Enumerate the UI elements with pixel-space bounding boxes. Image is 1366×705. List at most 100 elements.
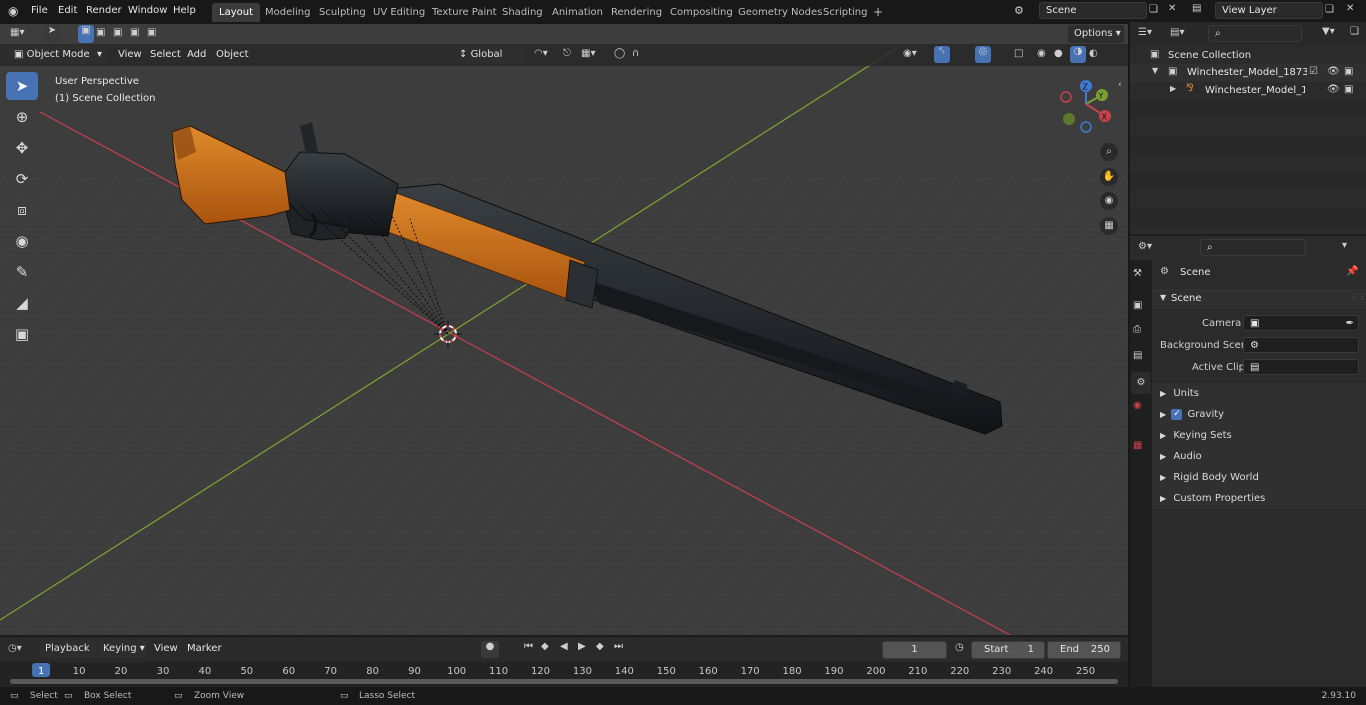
- 3d-viewport[interactable]: [0, 24, 1128, 635]
- options-button[interactable]: Options ▾: [1068, 25, 1124, 43]
- gravity-checkbox[interactable]: ✓: [1171, 408, 1183, 420]
- intersect-selection-icon[interactable]: ▣: [147, 27, 156, 38]
- wireframe-shading-icon[interactable]: ◉: [1037, 48, 1046, 59]
- properties-type-icon[interactable]: ⚙▾: [1138, 241, 1152, 252]
- world-tab-icon[interactable]: ◉: [1133, 400, 1142, 411]
- scene-selector[interactable]: Scene: [1039, 2, 1147, 19]
- timeline-type-icon[interactable]: ◷▾: [8, 643, 22, 654]
- sidebar-collapse-icon[interactable]: ‹: [1118, 80, 1122, 90]
- audio-panel[interactable]: ▶ Audio: [1152, 446, 1366, 467]
- blender-logo-icon[interactable]: ◉: [8, 4, 18, 18]
- expand-arrow-icon[interactable]: ▼: [1152, 66, 1158, 75]
- eye-icon[interactable]: 👁: [1327, 66, 1340, 77]
- snap-icon[interactable]: ⎋: [563, 48, 571, 59]
- tab-shading[interactable]: Shading: [495, 3, 550, 22]
- custom-properties-panel[interactable]: ▶ Custom Properties: [1152, 488, 1366, 509]
- include-checkbox-icon[interactable]: ☑: [1309, 66, 1318, 77]
- menu-edit[interactable]: Edit: [58, 0, 77, 22]
- rotate-tool-icon[interactable]: ⟳: [6, 165, 38, 193]
- tab-animation[interactable]: Animation: [545, 3, 610, 22]
- camera-render-icon[interactable]: ▣: [1344, 66, 1353, 77]
- vp-menu-object[interactable]: Object: [216, 44, 249, 66]
- properties-search-input[interactable]: ⌕: [1200, 239, 1306, 256]
- timeline-menu-marker[interactable]: Marker: [187, 638, 222, 660]
- menu-window[interactable]: Window: [128, 0, 167, 22]
- tab-geometry-nodes[interactable]: Geometry Nodes: [731, 3, 829, 22]
- editor-type-icon-main[interactable]: ▦▾: [10, 27, 24, 38]
- background-scene-field[interactable]: ⚙: [1243, 337, 1359, 353]
- vp-menu-add[interactable]: Add: [187, 44, 206, 66]
- navigation-gizmo[interactable]: Z Y X: [1058, 76, 1118, 136]
- properties-options-icon[interactable]: ▾: [1342, 240, 1347, 251]
- timeline-scrollbar[interactable]: [10, 679, 1118, 684]
- annotate-tool-icon[interactable]: ✎: [6, 258, 38, 286]
- display-mode-icon[interactable]: ▤▾: [1170, 27, 1184, 38]
- xray-icon[interactable]: □: [1014, 48, 1023, 59]
- select-box-tool-icon[interactable]: ➤: [6, 72, 38, 100]
- scene-panel-header[interactable]: ▼ Scene ⋮⋮: [1152, 289, 1366, 309]
- outliner-row-object[interactable]: ▶ ⅋ Winchester_Model_1873_ 👁 ▣: [1130, 82, 1366, 100]
- timeline-menu-view[interactable]: View: [154, 638, 178, 660]
- texture-tab-icon[interactable]: ▦: [1133, 440, 1142, 451]
- delete-view-layer-icon[interactable]: ✕: [1346, 3, 1354, 14]
- pivot-icon[interactable]: ◠▾: [534, 48, 548, 59]
- next-keyframe-icon[interactable]: ◆: [596, 641, 604, 652]
- scene-tab-icon[interactable]: ⚙: [1131, 372, 1151, 394]
- render-tab-icon[interactable]: ▣: [1133, 300, 1142, 311]
- play-icon[interactable]: ▶: [578, 641, 586, 652]
- overlays-icon[interactable]: ◎: [975, 46, 991, 63]
- add-cube-tool-icon[interactable]: ▣: [6, 320, 38, 348]
- tab-compositing[interactable]: Compositing: [663, 3, 740, 22]
- jump-start-icon[interactable]: ⏮: [524, 641, 533, 652]
- solid-shading-icon[interactable]: ●: [1054, 48, 1063, 59]
- gizmo-toggle-icon[interactable]: ⤣: [934, 46, 950, 63]
- menu-help[interactable]: Help: [173, 0, 196, 22]
- view-layer-selector[interactable]: View Layer: [1215, 2, 1323, 19]
- orientation-selector[interactable]: ↕ Global: [455, 46, 525, 64]
- scene-icon[interactable]: ⚙: [1014, 4, 1024, 17]
- move-tool-icon[interactable]: ✥: [6, 134, 38, 162]
- mode-selector[interactable]: ▣ Object Mode ▾: [8, 46, 106, 64]
- cursor-tool-icon[interactable]: ⊕: [6, 103, 38, 131]
- view-layer-tab-icon[interactable]: ▤: [1133, 350, 1142, 361]
- outliner-row-collection[interactable]: ▼ ▣ Winchester_Model_1873_Pati ☑ 👁 ▣: [1130, 64, 1366, 82]
- current-frame-field[interactable]: 1: [882, 641, 947, 659]
- eyedropper-icon[interactable]: ✒: [1346, 316, 1354, 332]
- camera-field[interactable]: ▣ ✒: [1243, 315, 1359, 331]
- gravity-panel[interactable]: ▶ ✓ Gravity: [1152, 404, 1366, 425]
- eye-icon[interactable]: 👁: [1327, 84, 1340, 95]
- preview-range-icon[interactable]: ◷: [955, 642, 964, 653]
- expand-arrow-icon[interactable]: ▶: [1170, 84, 1176, 93]
- outliner-type-icon[interactable]: ☰▾: [1138, 27, 1152, 38]
- invert-selection-icon[interactable]: ▣: [130, 27, 139, 38]
- keying-sets-panel[interactable]: ▶ Keying Sets: [1152, 425, 1366, 446]
- vp-menu-select[interactable]: Select: [150, 44, 181, 66]
- extend-selection-icon[interactable]: ▣: [96, 27, 105, 38]
- falloff-icon[interactable]: ∩: [632, 48, 639, 59]
- new-selection-icon[interactable]: ▣: [78, 25, 94, 43]
- prev-keyframe-icon[interactable]: ◆: [541, 641, 549, 652]
- rendered-shading-icon[interactable]: ◐: [1089, 48, 1098, 59]
- tool-tab-icon[interactable]: ⚒: [1133, 268, 1142, 279]
- measure-tool-icon[interactable]: ◢: [6, 289, 38, 317]
- delete-scene-icon[interactable]: ✕: [1168, 3, 1176, 14]
- tab-modeling[interactable]: Modeling: [258, 3, 318, 22]
- subtract-selection-icon[interactable]: ▣: [113, 27, 122, 38]
- add-workspace-button[interactable]: +: [866, 3, 890, 22]
- jump-end-icon[interactable]: ⏭: [614, 641, 623, 652]
- select-tool-icon[interactable]: ➤: [43, 25, 61, 43]
- proportional-edit-icon[interactable]: ◯: [614, 48, 625, 59]
- active-clip-field[interactable]: ▤: [1243, 359, 1359, 375]
- play-reverse-icon[interactable]: ◀: [560, 641, 568, 652]
- vp-menu-view[interactable]: View: [118, 44, 142, 66]
- zoom-icon[interactable]: ⌕: [1100, 143, 1118, 161]
- camera-render-icon[interactable]: ▣: [1344, 84, 1353, 95]
- tab-layout[interactable]: Layout: [212, 3, 260, 22]
- output-tab-icon[interactable]: ⎙: [1133, 324, 1141, 335]
- new-scene-icon[interactable]: ❏: [1149, 4, 1158, 15]
- scene-collection-label[interactable]: Scene Collection: [1168, 50, 1251, 61]
- material-shading-icon[interactable]: ◑: [1070, 46, 1086, 63]
- perspective-toggle-icon[interactable]: ▦: [1100, 217, 1118, 235]
- tab-sculpting[interactable]: Sculpting: [312, 3, 373, 22]
- tab-rendering[interactable]: Rendering: [604, 3, 669, 22]
